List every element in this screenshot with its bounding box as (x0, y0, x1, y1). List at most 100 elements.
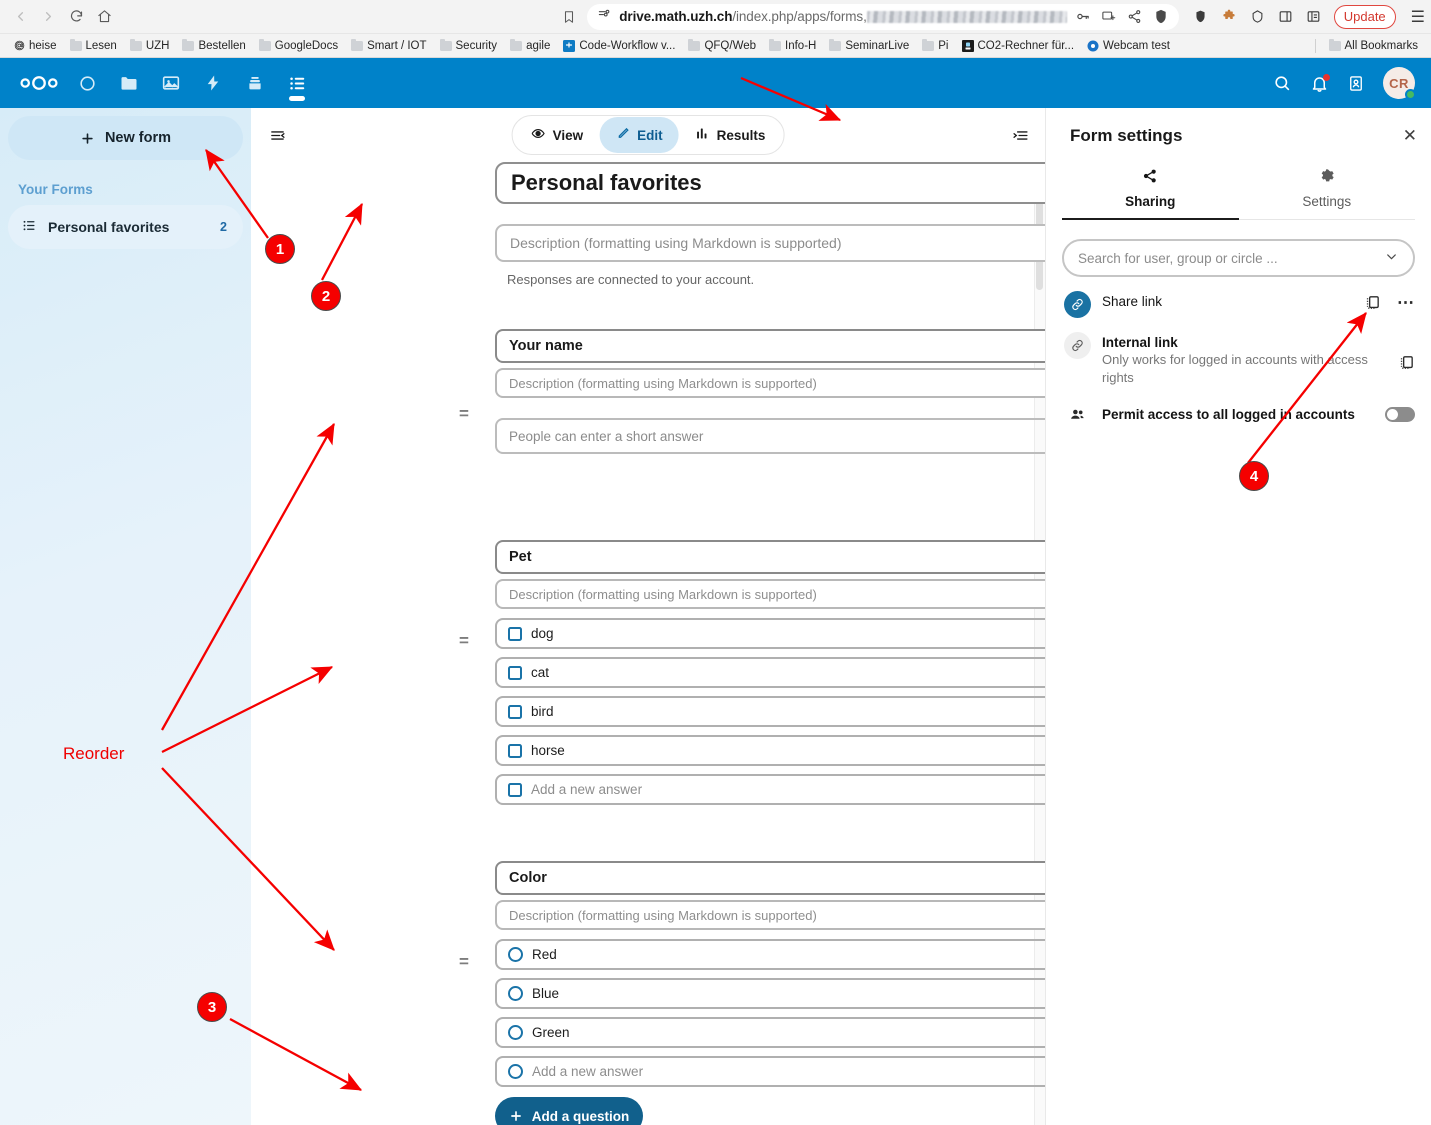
checkbox-icon[interactable] (508, 743, 522, 758)
permit-access-toggle[interactable] (1385, 406, 1415, 422)
bookmark-item[interactable]: Pi (917, 38, 953, 54)
option-input[interactable]: dog (495, 618, 1045, 649)
new-form-button[interactable]: New form (8, 116, 243, 160)
notifications-bell-icon[interactable] (1310, 73, 1330, 93)
bookmark-item[interactable]: Lesen (65, 38, 122, 54)
bookmark-item[interactable]: Webcam test (1082, 38, 1175, 54)
app-icon-deck[interactable] (234, 58, 276, 108)
form-scroll-container[interactable]: Personal favorites Description (formatti… (251, 162, 1045, 1125)
save-to-device-icon[interactable] (1101, 9, 1116, 24)
form-description-input[interactable]: Description (formatting using Markdown i… (495, 224, 1045, 262)
nextcloud-logo[interactable] (12, 73, 66, 93)
radio-icon[interactable] (508, 1025, 523, 1040)
share-link-row[interactable]: Share link ⋯ (1062, 291, 1415, 318)
checkbox-icon[interactable] (508, 704, 522, 719)
open-settings-panel-icon[interactable] (1012, 127, 1029, 144)
add-question-button[interactable]: Add a question (495, 1097, 643, 1125)
bookmark-item[interactable]: GoogleDocs (254, 38, 343, 54)
bookmark-item[interactable]: Bestellen (177, 38, 250, 54)
tab-results[interactable]: Results (679, 117, 782, 153)
password-key-icon[interactable] (1075, 9, 1090, 24)
bookmark-this-page-icon[interactable] (555, 3, 583, 31)
tab-view[interactable]: View (515, 117, 600, 153)
internal-link-row[interactable]: Internal link Only works for logged in a… (1062, 332, 1415, 387)
site-permissions-icon[interactable] (597, 7, 611, 26)
checkbox-icon[interactable] (508, 665, 522, 680)
form-title-input[interactable]: Personal favorites (495, 162, 1045, 204)
bookmark-item[interactable]: UZH (125, 38, 175, 54)
extension-puzzle-icon[interactable] (1221, 9, 1237, 24)
back-button[interactable] (6, 3, 34, 31)
question-title-input[interactable]: Your name (495, 329, 1045, 363)
chevron-down-icon[interactable] (1384, 249, 1399, 267)
app-icon-dashboard[interactable] (66, 58, 108, 108)
add-option-input[interactable]: Add a new answer (495, 1056, 1045, 1087)
bookmark-item[interactable]: Code-Workflow v... (558, 38, 680, 54)
app-icon-photos[interactable] (150, 58, 192, 108)
contacts-icon[interactable] (1347, 74, 1365, 93)
bookmark-item[interactable]: CO2-Rechner für... (957, 38, 1080, 54)
app-icon-activity[interactable] (192, 58, 234, 108)
wallet-icon[interactable] (1250, 9, 1265, 24)
option-input[interactable]: Red (495, 939, 1045, 970)
home-button[interactable] (90, 3, 118, 31)
question-title-input[interactable]: Color (495, 861, 1045, 895)
bookmark-item[interactable]: Smart / IOT (346, 38, 431, 54)
option-input[interactable]: Blue (495, 978, 1045, 1009)
permit-access-row[interactable]: Permit access to all logged in accounts (1062, 401, 1415, 428)
all-bookmarks-button[interactable]: All Bookmarks (1324, 38, 1424, 54)
app-icon-forms[interactable] (276, 58, 318, 108)
bookmark-item[interactable]: heise (8, 38, 62, 54)
search-icon[interactable] (1273, 74, 1292, 93)
option-input[interactable]: cat (495, 657, 1045, 688)
tab-sharing[interactable]: Sharing (1062, 168, 1239, 220)
address-bar[interactable]: drive.math.uzh.ch/index.php/apps/forms, (587, 3, 1179, 30)
question-description-input[interactable]: Description (formatting using Markdown i… (495, 579, 1045, 609)
sidebar-item-personal-favorites[interactable]: Personal favorites 2 (8, 205, 243, 249)
question-drag-handle[interactable]: = (459, 953, 469, 970)
radio-icon[interactable] (508, 986, 523, 1001)
tab-settings[interactable]: Settings (1238, 168, 1415, 220)
share-search-input[interactable]: Search for user, group or circle ... (1062, 239, 1415, 277)
share-icon[interactable] (1127, 9, 1142, 24)
app-icon-files[interactable] (108, 58, 150, 108)
bookmark-item[interactable]: Security (435, 38, 503, 54)
user-avatar[interactable]: CR (1383, 67, 1416, 100)
bookmark-item[interactable]: Info-H (764, 38, 821, 54)
bookmarks-bar: heise Lesen UZH Bestellen GoogleDocs Sma… (0, 34, 1431, 58)
option-input[interactable]: Green (495, 1017, 1045, 1048)
collapse-sidebar-icon[interactable] (263, 121, 291, 149)
checkbox-icon[interactable] (508, 626, 522, 641)
question-drag-handle[interactable]: = (459, 405, 469, 422)
share-link-menu-icon[interactable]: ⋯ (1397, 294, 1415, 311)
copy-internal-link-icon[interactable] (1398, 354, 1415, 371)
option-input[interactable]: horse (495, 735, 1045, 766)
option-input[interactable]: bird (495, 696, 1045, 727)
tab-edit[interactable]: Edit (599, 117, 679, 153)
brave-shields-icon[interactable] (1153, 8, 1169, 25)
forward-button[interactable] (34, 3, 62, 31)
radio-icon[interactable] (508, 947, 523, 962)
tab-view-label: View (552, 127, 584, 143)
extension-shield-icon[interactable] (1193, 9, 1208, 24)
bookmark-item[interactable]: QFQ/Web (683, 38, 761, 54)
reading-list-icon[interactable] (1306, 9, 1321, 24)
update-button[interactable]: Update (1333, 4, 1396, 29)
browser-menu-icon[interactable]: ☰ (1409, 7, 1425, 27)
question-title-input[interactable]: Pet (495, 540, 1045, 574)
add-option-input[interactable]: Add a new answer (495, 774, 1045, 805)
bookmark-item[interactable]: SeminarLive (824, 38, 914, 54)
sidebar-toggle-icon[interactable] (1278, 9, 1293, 24)
reload-button[interactable] (62, 3, 90, 31)
tab-settings-label: Settings (1302, 194, 1352, 209)
all-bookmarks-label: All Bookmarks (1344, 39, 1419, 52)
bookmark-label: Smart / IOT (367, 39, 427, 52)
copy-link-icon[interactable] (1364, 294, 1381, 311)
close-icon[interactable]: ✕ (1403, 126, 1417, 146)
bookmark-item[interactable]: agile (505, 38, 555, 54)
short-answer-placeholder[interactable]: People can enter a short answer (495, 418, 1045, 454)
question-description-input[interactable]: Description (formatting using Markdown i… (495, 900, 1045, 930)
form-settings-panel: Form settings ✕ Sharing Settings Search … (1045, 108, 1431, 1125)
question-description-input[interactable]: Description (formatting using Markdown i… (495, 368, 1045, 398)
question-drag-handle[interactable]: = (459, 632, 469, 649)
